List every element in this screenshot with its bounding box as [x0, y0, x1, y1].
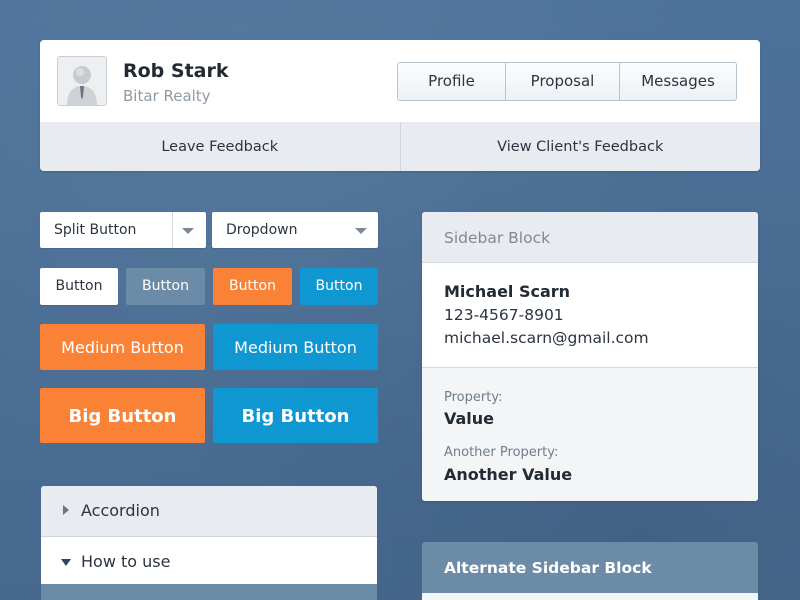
button-blue[interactable]: Button: [300, 268, 378, 305]
sidebar-header: Sidebar Block: [422, 212, 758, 263]
dropdown[interactable]: Dropdown: [212, 212, 378, 248]
big-button-blue[interactable]: Big Button: [213, 388, 378, 443]
alternate-sidebar-title: Alternate Sidebar Block: [444, 559, 652, 577]
tab-profile[interactable]: Profile: [398, 63, 506, 100]
profile-tabs: Profile Proposal Messages: [397, 62, 737, 101]
profile-name: Rob Stark: [123, 60, 229, 82]
leave-feedback-button[interactable]: Leave Feedback: [40, 122, 401, 171]
sidebar-title: Sidebar Block: [444, 229, 551, 247]
property-value: Another Value: [444, 465, 573, 484]
profile-header: Rob Stark Bitar Realty Profile Proposal …: [40, 40, 760, 123]
chevron-down-icon[interactable]: [355, 228, 367, 234]
split-button[interactable]: Split Button: [40, 212, 206, 248]
avatar: [57, 56, 107, 106]
triangle-right-icon: [63, 505, 69, 515]
contact-email: michael.scarn@gmail.com: [444, 329, 649, 347]
chevron-down-icon[interactable]: [182, 228, 194, 234]
button-slate[interactable]: Button: [126, 268, 205, 305]
button-orange[interactable]: Button: [213, 268, 292, 305]
contact-section: Michael Scarn 123-4567-8901 michael.scar…: [422, 263, 758, 368]
accordion-item-cut-off[interactable]: [41, 584, 377, 600]
property-label: Another Property:: [444, 445, 559, 460]
accordion-item-label: Accordion: [81, 501, 160, 520]
split-divider: [172, 212, 173, 248]
contact-name: Michael Scarn: [444, 282, 571, 301]
feedback-actions: Leave Feedback View Client's Feedback: [40, 122, 760, 171]
medium-button-blue[interactable]: Medium Button: [213, 324, 378, 370]
medium-button-orange[interactable]: Medium Button: [40, 324, 205, 370]
property-label: Property:: [444, 390, 503, 405]
profile-card: Rob Stark Bitar Realty Profile Proposal …: [40, 40, 760, 171]
tab-messages[interactable]: Messages: [620, 63, 736, 100]
view-client-feedback-button[interactable]: View Client's Feedback: [401, 122, 761, 171]
sidebar-block: Sidebar Block Michael Scarn 123-4567-890…: [422, 212, 758, 501]
triangle-down-icon: [61, 559, 71, 566]
accordion-item-how-to-use[interactable]: How to use: [41, 536, 377, 586]
big-button-orange[interactable]: Big Button: [40, 388, 205, 443]
alternate-sidebar-body: [422, 593, 758, 600]
alternate-sidebar-block: Alternate Sidebar Block: [422, 542, 758, 600]
button-white[interactable]: Button: [40, 268, 118, 305]
split-button-label[interactable]: Split Button: [54, 212, 136, 249]
tab-proposal[interactable]: Proposal: [506, 63, 620, 100]
profile-company: Bitar Realty: [123, 87, 211, 105]
dropdown-label[interactable]: Dropdown: [226, 212, 297, 249]
contact-phone: 123-4567-8901: [444, 306, 564, 324]
accordion-item-label: How to use: [81, 552, 171, 571]
accordion: Accordion How to use: [41, 486, 377, 600]
property-value: Value: [444, 409, 495, 428]
properties-section: Property: Value Another Property: Anothe…: [422, 368, 758, 501]
user-avatar-icon: [58, 57, 106, 105]
accordion-item-accordion[interactable]: Accordion: [41, 486, 377, 534]
